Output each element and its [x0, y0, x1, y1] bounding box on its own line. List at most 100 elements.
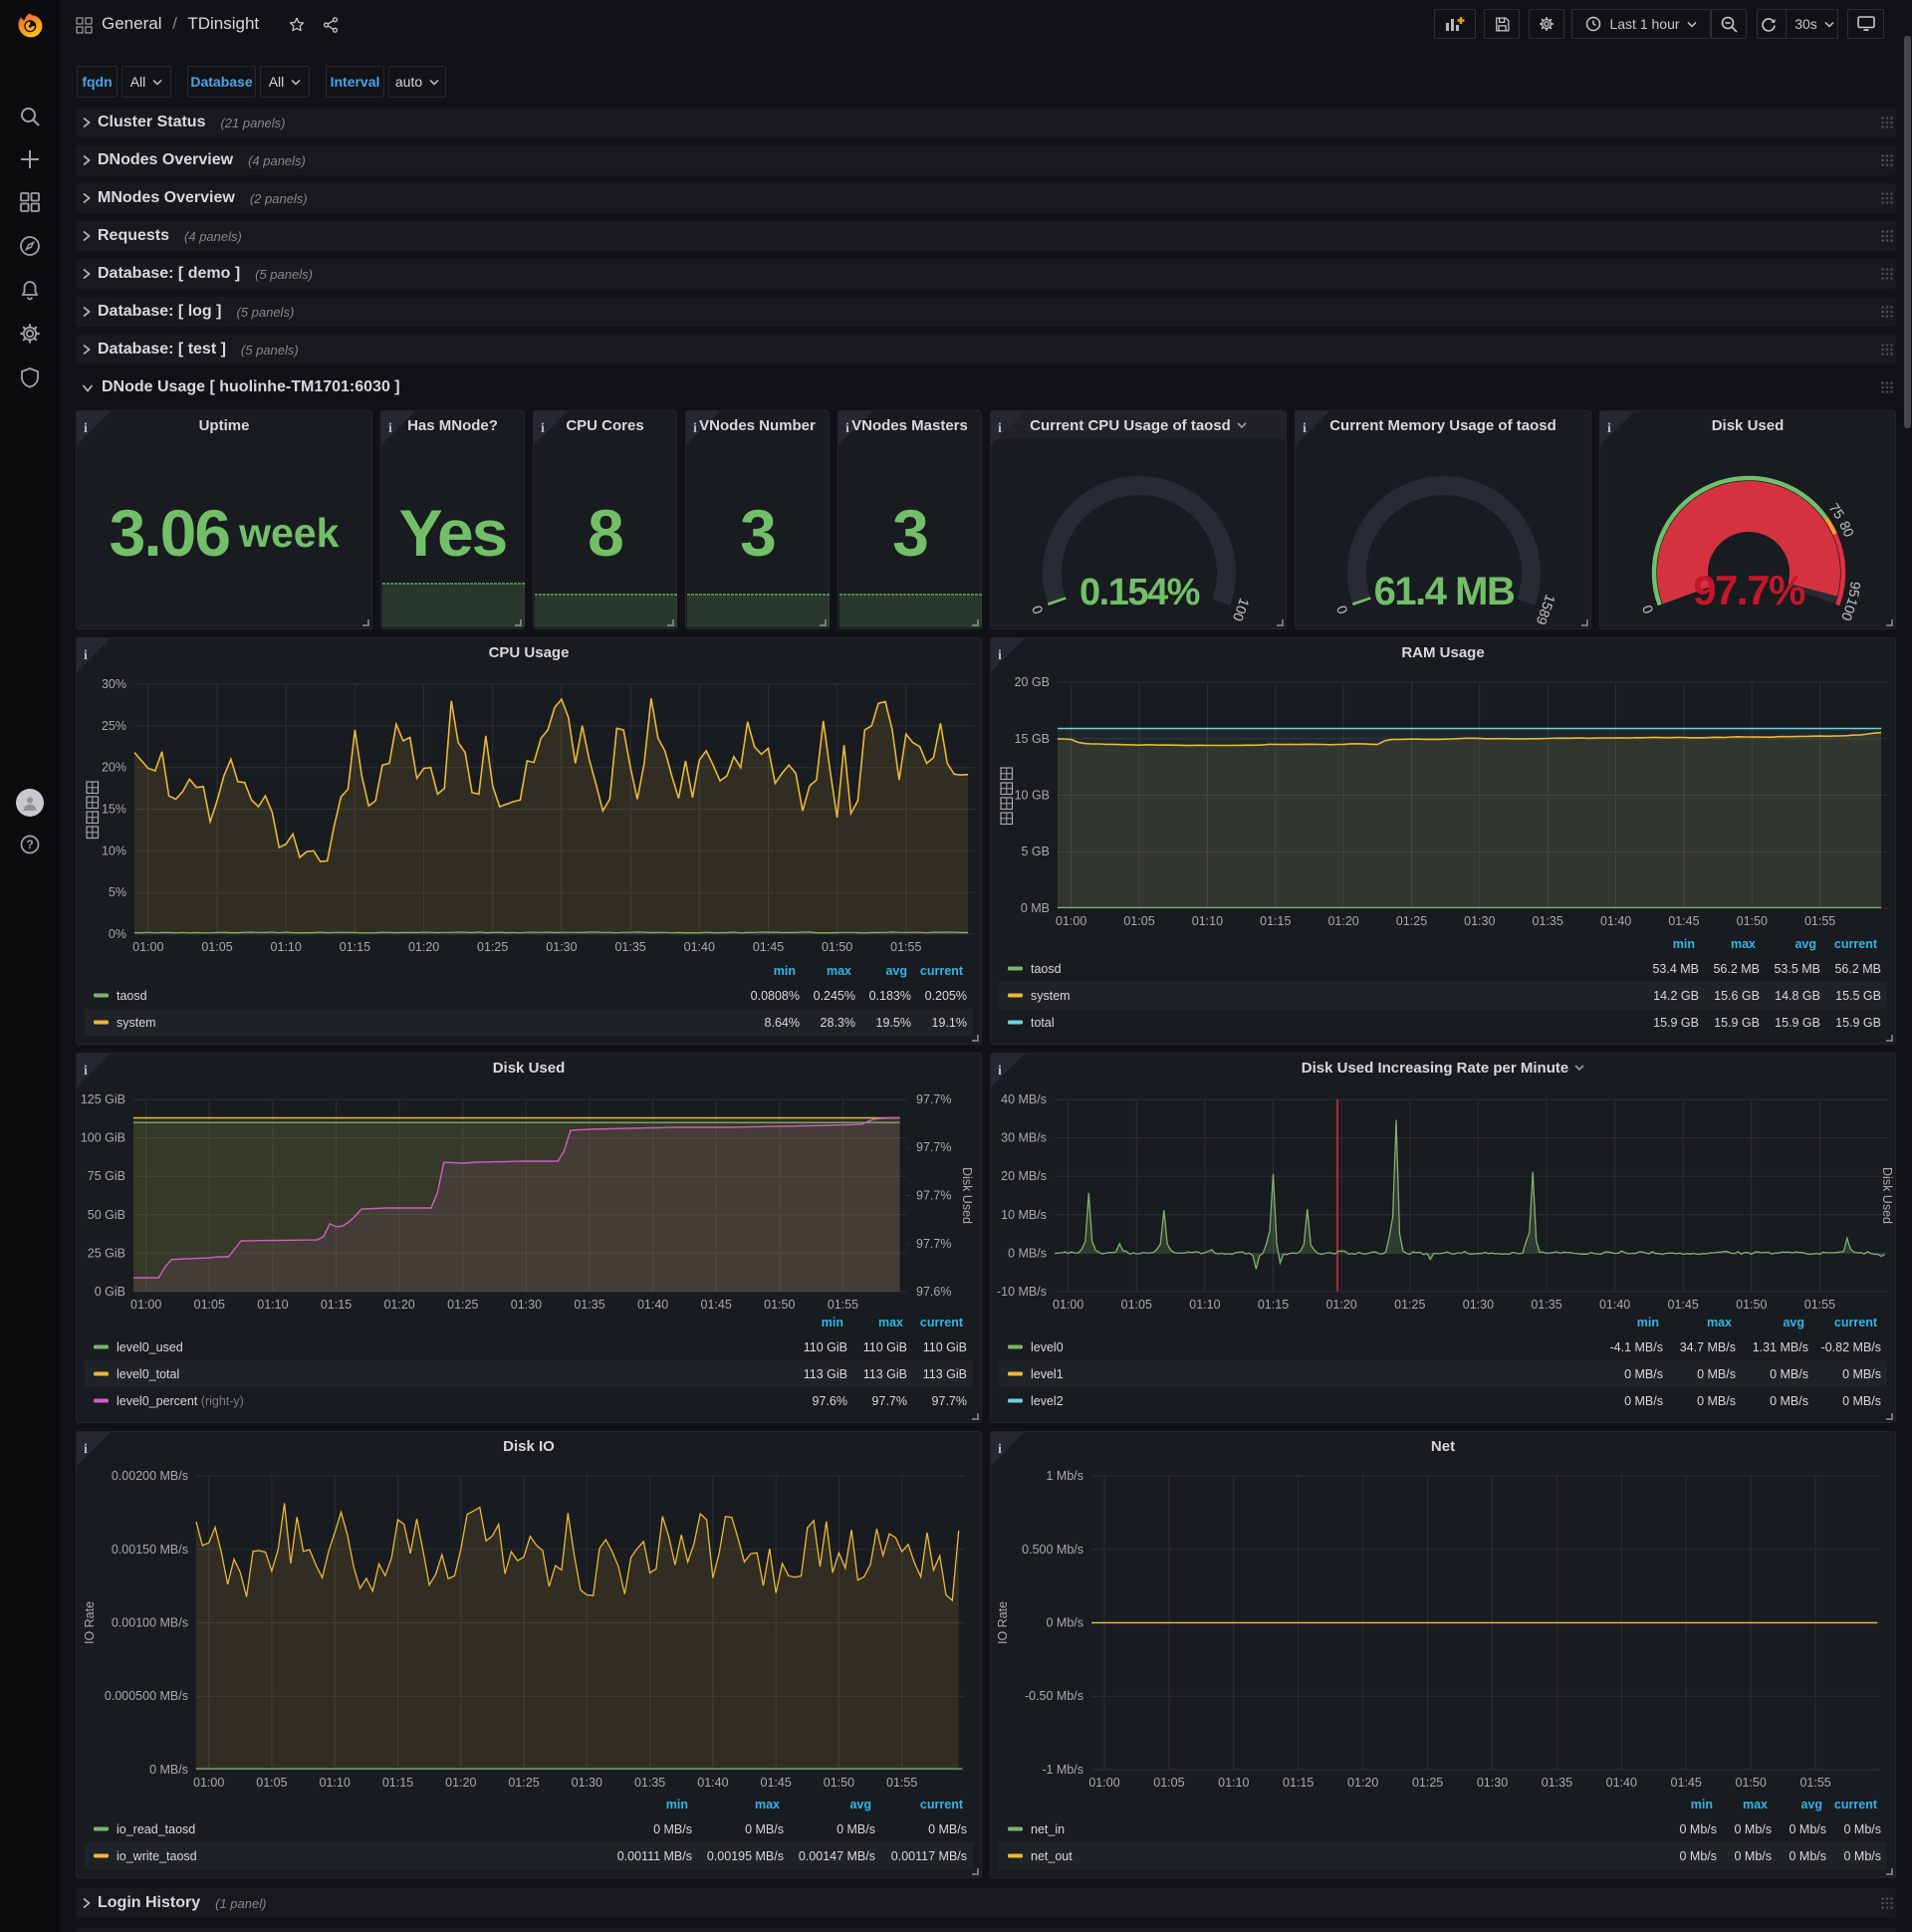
svg-text:01:30: 01:30 [1477, 1776, 1508, 1790]
svg-text:01:50: 01:50 [824, 1776, 854, 1790]
svg-text:110 GiB: 110 GiB [804, 1340, 847, 1354]
svg-text:97.7%: 97.7% [916, 1092, 951, 1106]
svg-text:01:50: 01:50 [1737, 914, 1768, 928]
svg-text:0 MB/s: 0 MB/s [836, 1822, 875, 1836]
svg-text:01:20: 01:20 [445, 1776, 476, 1790]
svg-text:Disk Used: Disk Used [960, 1167, 974, 1224]
svg-text:01:20: 01:20 [1325, 1298, 1356, 1312]
svg-text:01:05: 01:05 [1123, 914, 1154, 928]
svg-text:0 Mb/s: 0 Mb/s [1046, 1616, 1083, 1630]
svg-text:50 GiB: 50 GiB [88, 1208, 125, 1222]
svg-text:97.7%: 97.7% [872, 1394, 907, 1408]
svg-text:01:00: 01:00 [1056, 914, 1086, 928]
svg-text:110 GiB: 110 GiB [863, 1340, 907, 1354]
svg-text:0 Mb/s: 0 Mb/s [1843, 1822, 1881, 1836]
svg-text:15%: 15% [102, 803, 126, 817]
svg-text:avg: avg [885, 964, 907, 978]
svg-text:53.5 MB: 53.5 MB [1774, 962, 1820, 976]
svg-text:0%: 0% [109, 927, 126, 941]
svg-text:10%: 10% [102, 844, 126, 857]
svg-text:75: 75 [1825, 500, 1847, 522]
svg-text:110 GiB: 110 GiB [923, 1340, 967, 1354]
svg-text:01:15: 01:15 [1283, 1776, 1314, 1790]
svg-text:20 MB/s: 20 MB/s [1001, 1169, 1047, 1183]
svg-text:01:15: 01:15 [1258, 1298, 1289, 1312]
svg-text:01:35: 01:35 [574, 1298, 604, 1312]
svg-text:min: min [1691, 1798, 1713, 1811]
svg-text:0 MB/s: 0 MB/s [1770, 1394, 1808, 1408]
svg-text:current: current [1834, 937, 1878, 951]
svg-text:30 MB/s: 30 MB/s [1001, 1131, 1047, 1145]
svg-text:level1: level1 [1031, 1367, 1064, 1381]
svg-text:01:05: 01:05 [1153, 1776, 1184, 1790]
svg-text:97.7%: 97.7% [916, 1237, 951, 1251]
svg-text:01:10: 01:10 [257, 1298, 288, 1312]
svg-text:01:50: 01:50 [1736, 1298, 1767, 1312]
svg-text:0: 0 [1639, 603, 1657, 615]
svg-text:-4.1 MB/s: -4.1 MB/s [1610, 1340, 1664, 1354]
svg-text:level2: level2 [1031, 1394, 1064, 1408]
svg-text:0 Mb/s: 0 Mb/s [1734, 1822, 1772, 1836]
svg-text:io_write_taosd: io_write_taosd [117, 1849, 197, 1863]
svg-text:56.2 MB: 56.2 MB [1713, 962, 1760, 976]
svg-text:01:00: 01:00 [1088, 1776, 1119, 1790]
svg-text:0.00150 MB/s: 0.00150 MB/s [112, 1543, 188, 1557]
svg-text:i: i [845, 421, 849, 436]
svg-text:01:45: 01:45 [761, 1776, 792, 1790]
svg-text:113 GiB: 113 GiB [804, 1367, 847, 1381]
svg-text:min: min [1673, 937, 1695, 951]
svg-text:max: max [1707, 1316, 1732, 1329]
svg-text:min: min [666, 1798, 688, 1811]
svg-text:75 GiB: 75 GiB [88, 1169, 125, 1183]
svg-text:01:35: 01:35 [1533, 914, 1563, 928]
svg-text:current: current [920, 1316, 964, 1329]
svg-text:0 MB/s: 0 MB/s [928, 1822, 967, 1836]
svg-text:1.31 MB/s: 1.31 MB/s [1753, 1340, 1808, 1354]
svg-text:-0.82 MB/s: -0.82 MB/s [1821, 1340, 1881, 1354]
svg-text:?: ? [26, 838, 33, 851]
svg-text:0.00147 MB/s: 0.00147 MB/s [799, 1849, 875, 1863]
svg-text:IO Rate: IO Rate [996, 1601, 1010, 1644]
svg-text:01:10: 01:10 [320, 1776, 351, 1790]
svg-text:01:00: 01:00 [193, 1776, 224, 1790]
svg-text:Disk Used: Disk Used [1880, 1167, 1894, 1224]
svg-text:01:55: 01:55 [1804, 1298, 1835, 1312]
svg-text:113 GiB: 113 GiB [863, 1367, 907, 1381]
svg-text:15.6 GB: 15.6 GB [1714, 989, 1760, 1003]
svg-text:current: current [1834, 1798, 1878, 1811]
svg-text:01:45: 01:45 [1671, 1776, 1702, 1790]
svg-text:01:20: 01:20 [383, 1298, 414, 1312]
svg-text:01:25: 01:25 [508, 1776, 539, 1790]
svg-text:-10 MB/s: -10 MB/s [997, 1285, 1047, 1299]
svg-text:125 GiB: 125 GiB [81, 1092, 125, 1106]
svg-text:97.7%: 97.7% [916, 1140, 951, 1154]
svg-text:80: 80 [1836, 519, 1857, 540]
svg-text:40 MB/s: 40 MB/s [1001, 1092, 1047, 1106]
svg-text:total: total [1031, 1016, 1055, 1030]
svg-text:30%: 30% [102, 677, 126, 691]
svg-text:100 GiB: 100 GiB [81, 1131, 125, 1145]
svg-text:0.500 Mb/s: 0.500 Mb/s [1022, 1543, 1083, 1557]
svg-text:28.3%: 28.3% [821, 1016, 855, 1030]
svg-text:0.245%: 0.245% [814, 989, 855, 1003]
svg-text:01:55: 01:55 [886, 1776, 917, 1790]
svg-text:01:55: 01:55 [1804, 914, 1835, 928]
svg-text:0 MB/s: 0 MB/s [1008, 1246, 1047, 1260]
svg-text:01:05: 01:05 [256, 1776, 287, 1790]
svg-text:0 Mb/s: 0 Mb/s [1843, 1849, 1881, 1863]
svg-text:0 MB/s: 0 MB/s [1697, 1367, 1736, 1381]
svg-text:0.0808%: 0.0808% [751, 989, 800, 1003]
svg-text:01:10: 01:10 [271, 940, 302, 954]
svg-text:net_out: net_out [1031, 1849, 1073, 1863]
svg-text:01:45: 01:45 [1668, 1298, 1699, 1312]
svg-text:0 MB: 0 MB [1021, 901, 1050, 915]
svg-text:61.4 MB: 61.4 MB [1374, 570, 1515, 613]
svg-text:current: current [920, 964, 964, 978]
svg-text:01:30: 01:30 [572, 1776, 602, 1790]
svg-text:100: 100 [1230, 597, 1253, 624]
svg-text:i: i [388, 421, 392, 436]
svg-text:0 MB/s: 0 MB/s [149, 1763, 188, 1777]
svg-text:taosd: taosd [1031, 962, 1062, 976]
svg-text:level0: level0 [1031, 1340, 1064, 1354]
svg-text:0.154%: 0.154% [1079, 572, 1200, 613]
